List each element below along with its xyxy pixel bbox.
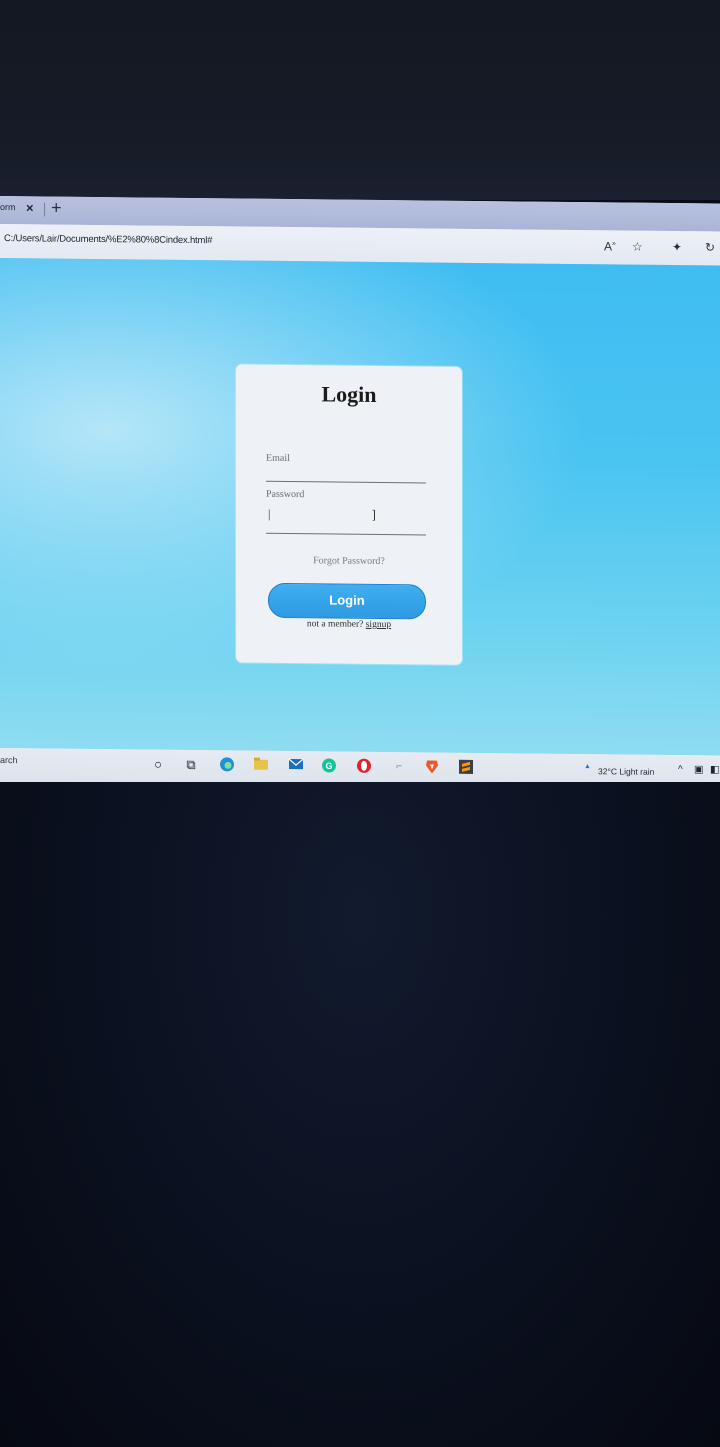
signup-row: not a member? signup <box>236 618 462 630</box>
monitor-screen: orm × + C:/Users/Lair/Documents/%E2%80%8… <box>0 196 720 790</box>
edge-icon[interactable] <box>218 756 236 774</box>
login-title: Login <box>321 381 377 407</box>
tray-app-icon[interactable]: ▣ <box>694 764 703 775</box>
brave-icon[interactable] <box>423 758 441 776</box>
tray-arrow-icon[interactable]: ^ <box>678 764 683 775</box>
new-tab-icon[interactable]: + <box>51 198 62 219</box>
grammarly-icon[interactable]: G <box>320 757 338 775</box>
monitor-top-bezel <box>0 0 720 200</box>
network-icon[interactable]: ◧ <box>710 764 719 775</box>
cortana-icon[interactable]: ○ <box>149 756 167 774</box>
tab-close-icon[interactable]: × <box>26 200 34 215</box>
email-field[interactable]: Email <box>266 452 426 484</box>
favorite-icon[interactable]: ☆ <box>632 240 643 254</box>
notepad-icon[interactable]: ⌐ <box>390 758 408 776</box>
signup-link[interactable]: signup <box>366 620 391 630</box>
email-input[interactable] <box>266 467 426 482</box>
text-cursor: | <box>268 506 271 521</box>
refresh-icon[interactable]: ↻ <box>705 240 715 254</box>
svg-text:G: G <box>325 761 332 771</box>
forgot-password-link[interactable]: Forgot Password? <box>236 554 462 567</box>
login-card: Login Email Password | ] Forgot Password… <box>236 364 462 665</box>
weather-text[interactable]: 32°C Light rain <box>598 766 654 777</box>
login-button[interactable]: Login <box>268 582 426 620</box>
file-explorer-icon[interactable] <box>252 757 270 775</box>
password-label: Password <box>266 488 305 501</box>
monitor-bottom-bezel <box>0 782 720 1447</box>
weather-icon[interactable]: ▲ <box>584 763 591 770</box>
sublime-icon[interactable] <box>457 759 475 777</box>
page-viewport: Login Email Password | ] Forgot Password… <box>0 258 720 756</box>
extensions-icon[interactable]: ✦ <box>672 240 682 254</box>
password-field[interactable]: Password | ] <box>266 488 426 536</box>
taskbar-search[interactable]: arch <box>0 755 18 765</box>
tab-separator <box>44 202 45 217</box>
task-view-icon[interactable]: ⧉ <box>182 756 200 774</box>
opera-icon[interactable] <box>355 758 373 776</box>
read-aloud-icon[interactable]: A» <box>604 239 616 253</box>
signup-prompt: not a member? <box>306 619 364 630</box>
url-text[interactable]: C:/Users/Lair/Documents/%E2%80%8Cindex.h… <box>4 233 212 246</box>
mail-icon[interactable] <box>287 757 305 775</box>
email-label: Email <box>266 452 290 465</box>
tab-title[interactable]: orm <box>0 202 16 212</box>
password-bracket: ] <box>371 506 376 522</box>
